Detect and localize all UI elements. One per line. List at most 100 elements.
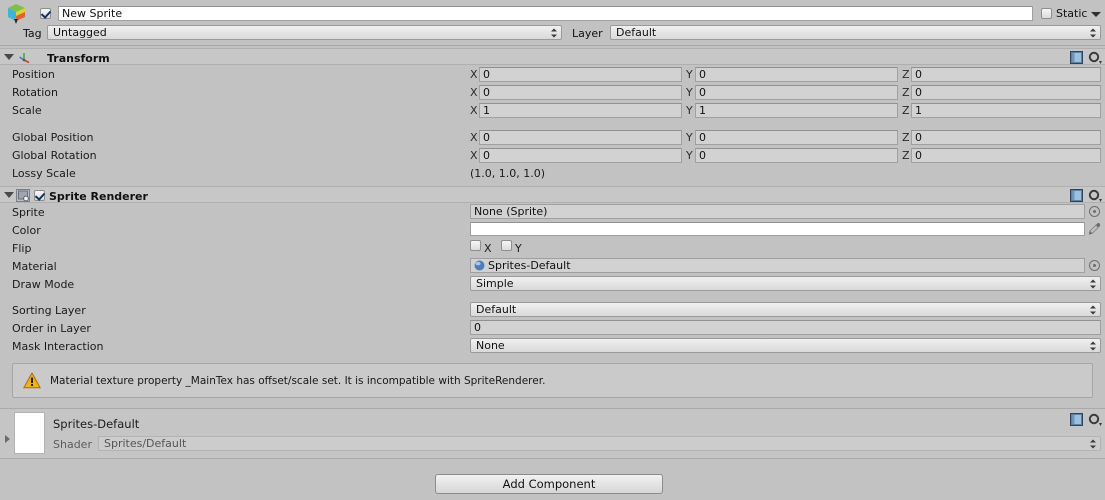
position-y-input[interactable]: 0 [695, 67, 898, 82]
add-component-label: Add Component [502, 477, 596, 491]
gear-icon[interactable] [1088, 51, 1102, 65]
scale-x-value: 1 [483, 104, 490, 117]
reference-book-icon[interactable] [1070, 413, 1083, 426]
global-position-z-input[interactable]: 0 [911, 130, 1101, 145]
global-position-x-value: 0 [483, 131, 490, 144]
material-asset-name: Sprites-Default [53, 417, 140, 431]
warning-message: Material texture property _MainTex has o… [50, 374, 546, 387]
chevron-updown-icon [551, 27, 558, 38]
inspector-panel: New Sprite Static Tag Untagged Layer Def… [0, 0, 1105, 500]
flip-y-checkbox[interactable] [501, 240, 512, 251]
shader-value: Sprites/Default [104, 437, 187, 450]
transform-foldout-icon[interactable] [4, 54, 14, 60]
rotation-x-axis-label: X [470, 86, 478, 99]
gameobject-header: New Sprite Static Tag Untagged Layer Def… [0, 0, 1105, 44]
tag-dropdown[interactable]: Untagged [47, 25, 562, 40]
global-rotation-label: Global Rotation [12, 149, 97, 162]
position-y-axis-label: Y [686, 68, 693, 81]
position-z-axis-label: Z [902, 68, 910, 81]
eyedropper-icon[interactable] [1088, 222, 1101, 239]
sprite-value: None (Sprite) [474, 205, 548, 218]
position-x-axis-label: X [470, 68, 478, 81]
global-position-x-input[interactable]: 0 [479, 130, 682, 145]
scale-x-input[interactable]: 1 [479, 103, 682, 118]
layer-label: Layer [572, 27, 603, 40]
color-swatch-field[interactable] [470, 222, 1085, 236]
add-component-button[interactable]: Add Component [435, 474, 663, 494]
material-label: Material [12, 260, 57, 273]
flip-label: Flip [12, 242, 32, 255]
scale-y-value: 1 [699, 104, 706, 117]
global-position-y-value: 0 [699, 131, 706, 144]
scale-z-value: 1 [915, 104, 922, 117]
global-position-label: Global Position [12, 131, 94, 144]
position-x-input[interactable]: 0 [479, 67, 682, 82]
material-asset-foldout-icon[interactable] [5, 435, 10, 443]
transform-component-header[interactable]: Transform [0, 48, 1105, 65]
global-rotation-y-input[interactable]: 0 [695, 148, 898, 163]
draw-mode-dropdown[interactable]: Simple [470, 276, 1101, 291]
reference-book-icon[interactable] [1070, 51, 1083, 64]
color-label: Color [12, 224, 41, 237]
gameobject-name-value: New Sprite [62, 7, 123, 20]
mask-interaction-value: None [476, 339, 505, 352]
warning-triangle-icon [23, 372, 41, 389]
position-x-value: 0 [483, 68, 490, 81]
gameobject-enabled-checkbox[interactable] [40, 8, 51, 19]
static-label: Static [1056, 7, 1088, 20]
layer-dropdown[interactable]: Default [610, 25, 1101, 40]
rotation-label: Rotation [12, 86, 59, 99]
scale-z-input[interactable]: 1 [911, 103, 1101, 118]
scale-y-input[interactable]: 1 [695, 103, 898, 118]
position-label: Position [12, 68, 55, 81]
flip-x-label: X [484, 242, 492, 255]
static-dropdown-arrow-icon[interactable] [1091, 12, 1101, 17]
transform-title: Transform [47, 52, 110, 65]
rotation-x-value: 0 [483, 86, 490, 99]
draw-mode-label: Draw Mode [12, 278, 75, 291]
draw-mode-value: Simple [476, 277, 514, 290]
global-rotation-z-axis-label: Z [902, 149, 910, 162]
static-checkbox[interactable] [1041, 8, 1052, 19]
gameobject-name-input[interactable]: New Sprite [58, 6, 1033, 21]
global-rotation-z-input[interactable]: 0 [911, 148, 1101, 163]
rotation-x-input[interactable]: 0 [479, 85, 682, 100]
shader-dropdown[interactable]: Sprites/Default [98, 436, 1101, 451]
tag-value: Untagged [53, 26, 107, 39]
sprite-picker-icon[interactable] [1089, 206, 1100, 217]
material-object-field[interactable]: Sprites-Default [470, 258, 1085, 273]
shader-label: Shader [53, 438, 92, 451]
reference-book-icon[interactable] [1070, 189, 1083, 202]
scale-y-axis-label: Y [686, 104, 693, 117]
global-position-y-axis-label: Y [686, 131, 693, 144]
gear-icon[interactable] [1088, 189, 1102, 203]
gear-icon[interactable] [1088, 413, 1102, 427]
global-position-z-axis-label: Z [902, 131, 910, 144]
tag-label: Tag [23, 27, 42, 40]
chevron-updown-icon [1090, 278, 1097, 289]
global-position-y-input[interactable]: 0 [695, 130, 898, 145]
flip-x-checkbox[interactable] [470, 240, 481, 251]
sorting-layer-dropdown[interactable]: Default [470, 302, 1101, 317]
order-in-layer-value: 0 [474, 321, 481, 334]
rotation-y-input[interactable]: 0 [695, 85, 898, 100]
sprite-renderer-component-header[interactable]: Sprite Renderer [0, 186, 1105, 203]
scale-z-axis-label: Z [902, 104, 910, 117]
position-z-input[interactable]: 0 [911, 67, 1101, 82]
sprite-renderer-foldout-icon[interactable] [4, 192, 14, 198]
lossy-scale-value: (1.0, 1.0, 1.0) [470, 167, 546, 180]
material-picker-icon[interactable] [1089, 260, 1100, 271]
sprite-renderer-enabled-checkbox[interactable] [34, 190, 45, 201]
divider [0, 45, 1105, 46]
rotation-z-input[interactable]: 0 [911, 85, 1101, 100]
sprite-object-field[interactable]: None (Sprite) [470, 204, 1085, 219]
global-rotation-y-axis-label: Y [686, 149, 693, 162]
material-preview-thumbnail [14, 412, 45, 454]
layer-value: Default [616, 26, 657, 39]
global-rotation-x-input[interactable]: 0 [479, 148, 682, 163]
order-in-layer-input[interactable]: 0 [470, 320, 1101, 335]
sorting-layer-label: Sorting Layer [12, 304, 86, 317]
global-rotation-z-value: 0 [915, 149, 922, 162]
flip-y-label: Y [515, 242, 522, 255]
mask-interaction-dropdown[interactable]: None [470, 338, 1101, 353]
